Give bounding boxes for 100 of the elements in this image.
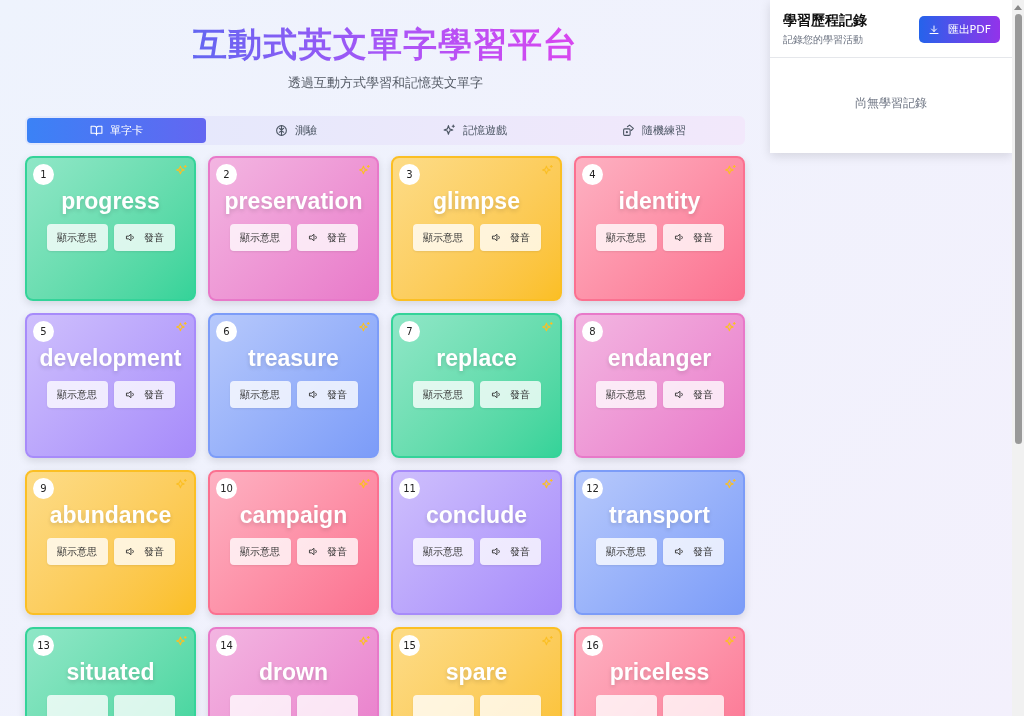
sparkle-icon	[442, 124, 456, 137]
card-number: 4	[582, 164, 603, 185]
card-number: 6	[216, 321, 237, 342]
show-meaning-button[interactable]	[229, 695, 291, 716]
card-word: drown	[259, 659, 328, 686]
card-word: preservation	[224, 188, 363, 215]
sparkle-icon	[175, 635, 188, 648]
sparkle-icon	[358, 635, 371, 648]
card-number: 1	[33, 164, 54, 185]
speaker-icon	[490, 389, 502, 400]
card-word: endanger	[607, 345, 712, 372]
show-meaning-button[interactable]	[46, 695, 108, 716]
card-word: abundance	[49, 502, 172, 529]
sparkle-icon	[724, 478, 737, 491]
sparkle-icon	[541, 478, 554, 491]
card-number: 12	[582, 478, 603, 499]
speaker-icon	[307, 232, 319, 243]
pronounce-button[interactable]: 發音	[662, 224, 724, 251]
card-number: 2	[216, 164, 237, 185]
sparkle-icon	[541, 164, 554, 177]
pronounce-button[interactable]: 發音	[479, 381, 541, 408]
dice-icon	[621, 124, 635, 137]
panel-subtitle: 記錄您的學習活動	[783, 33, 864, 47]
card-number: 5	[33, 321, 54, 342]
sparkle-icon	[724, 164, 737, 177]
card-word: conclude	[426, 502, 527, 529]
pronounce-button[interactable]: 發音	[296, 224, 358, 251]
show-meaning-button[interactable]: 顯示意思	[46, 538, 108, 565]
pronounce-button[interactable]	[479, 695, 541, 716]
speaker-icon	[673, 232, 685, 243]
page-subtitle: 透過互動方式學習和記憶英文單字	[287, 74, 483, 92]
speaker-icon	[490, 546, 502, 557]
tab[interactable]: 測驗	[206, 118, 385, 143]
download-icon	[927, 23, 940, 36]
show-meaning-button[interactable]	[412, 695, 474, 716]
show-meaning-button[interactable]: 顯示意思	[229, 224, 291, 251]
pronounce-button[interactable]: 發音	[113, 381, 175, 408]
tab[interactable]: 記憶遊戲	[385, 118, 564, 143]
card-number: 7	[399, 321, 420, 342]
show-meaning-button[interactable]: 顯示意思	[46, 381, 108, 408]
card-word: transport	[609, 502, 710, 529]
sparkle-icon	[358, 478, 371, 491]
speaker-icon	[307, 546, 319, 557]
card-number: 11	[399, 478, 420, 499]
card-word: campaign	[239, 502, 348, 529]
scrollbar[interactable]	[1012, 0, 1024, 716]
card-number: 13	[33, 635, 54, 656]
card-number: 8	[582, 321, 603, 342]
show-meaning-button[interactable]: 顯示意思	[412, 381, 474, 408]
sparkle-icon	[724, 321, 737, 334]
pronounce-button[interactable]: 發音	[296, 538, 358, 565]
pronounce-button[interactable]: 發音	[113, 538, 175, 565]
sparkle-icon	[358, 164, 371, 177]
card-word: spare	[445, 659, 508, 686]
speaker-icon	[124, 546, 136, 557]
card-number: 9	[33, 478, 54, 499]
card-number: 3	[399, 164, 420, 185]
show-meaning-button[interactable]: 顯示意思	[229, 538, 291, 565]
card-word: priceless	[609, 659, 710, 686]
card-word: identity	[618, 188, 701, 215]
show-meaning-button[interactable]: 顯示意思	[595, 538, 657, 565]
speaker-icon	[124, 389, 136, 400]
show-meaning-button[interactable]: 顯示意思	[412, 538, 474, 565]
card-word: glimpse	[433, 188, 520, 215]
pronounce-button[interactable]: 發音	[662, 538, 724, 565]
show-meaning-button[interactable]: 顯示意思	[595, 381, 657, 408]
sparkle-icon	[541, 635, 554, 648]
card-number: 14	[216, 635, 237, 656]
pronounce-button[interactable]	[113, 695, 175, 716]
export-pdf-button[interactable]: 匯出PDF	[918, 16, 1000, 43]
speaker-icon	[124, 232, 136, 243]
show-meaning-button[interactable]: 顯示意思	[229, 381, 291, 408]
pronounce-button[interactable]	[662, 695, 724, 716]
show-meaning-button[interactable]: 顯示意思	[595, 224, 657, 251]
pronounce-button[interactable]: 發音	[662, 381, 724, 408]
speaker-icon	[307, 389, 319, 400]
sparkle-icon	[175, 478, 188, 491]
pronounce-button[interactable]: 發音	[479, 538, 541, 565]
card-word: situated	[66, 659, 155, 686]
pronounce-button[interactable]: 發音	[479, 224, 541, 251]
speaker-icon	[673, 546, 685, 557]
panel-title: 學習歷程記錄	[783, 12, 867, 30]
show-meaning-button[interactable]	[595, 695, 657, 716]
show-meaning-button[interactable]: 顯示意思	[46, 224, 108, 251]
tab[interactable]: 隨機練習	[564, 118, 743, 143]
sparkle-icon	[724, 635, 737, 648]
pronounce-button[interactable]: 發音	[296, 381, 358, 408]
sparkle-icon	[541, 321, 554, 334]
pronounce-button[interactable]	[296, 695, 358, 716]
card-number: 15	[399, 635, 420, 656]
book-icon	[90, 124, 103, 137]
speaker-icon	[490, 232, 502, 243]
card-number: 16	[582, 635, 603, 656]
card-word: treasure	[248, 345, 339, 372]
tab[interactable]: 單字卡	[27, 118, 206, 143]
pronounce-button[interactable]: 發音	[113, 224, 175, 251]
show-meaning-button[interactable]: 顯示意思	[412, 224, 474, 251]
sparkle-icon	[175, 164, 188, 177]
card-word: progress	[61, 188, 160, 215]
empty-message: 尚無學習記錄	[855, 95, 927, 112]
